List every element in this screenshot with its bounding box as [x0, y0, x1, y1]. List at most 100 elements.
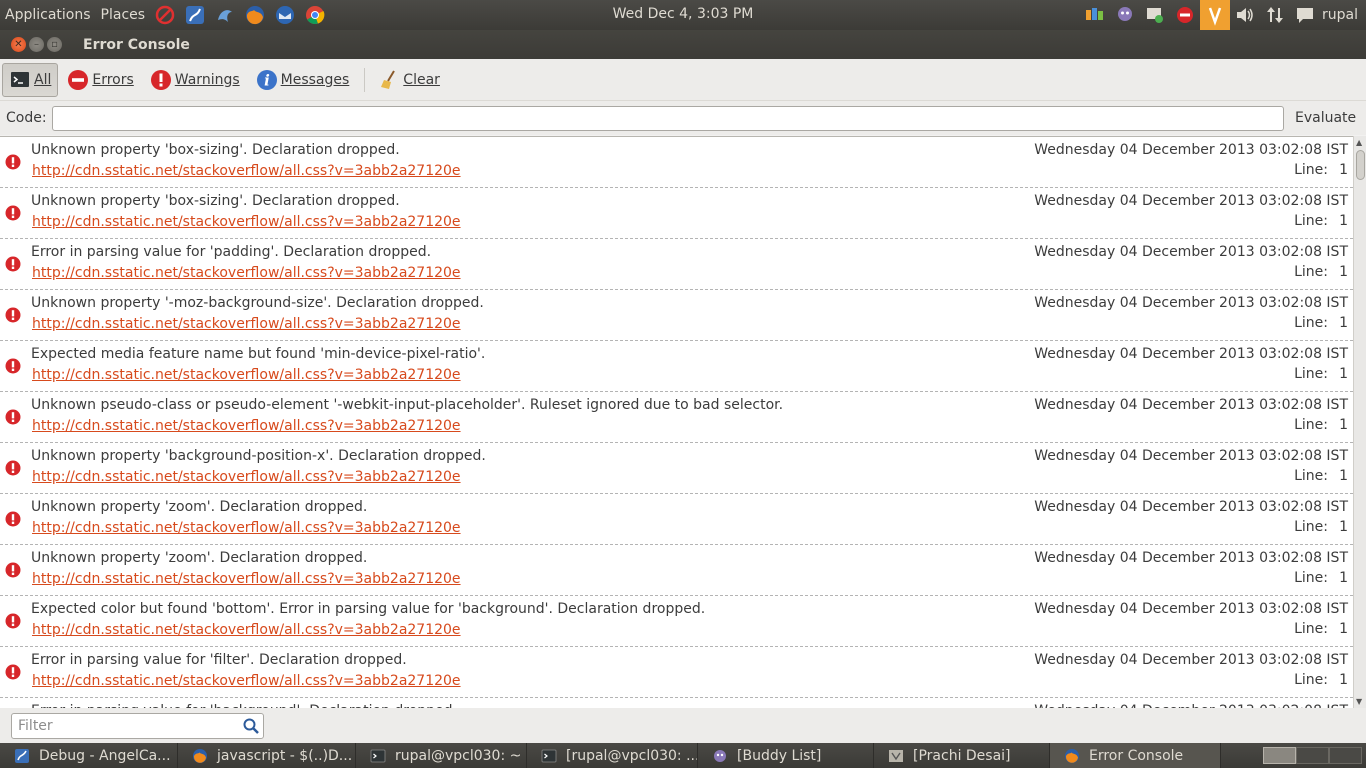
terminal-icon — [541, 748, 557, 764]
message-row[interactable]: Unknown property '-moz-background-size'.… — [0, 290, 1353, 341]
message-text: Error in parsing value for 'filter'. Dec… — [31, 652, 407, 668]
warnings-label: Warnings — [174, 71, 240, 88]
message-row[interactable]: Error in parsing value for 'background'.… — [0, 698, 1353, 708]
clock-text[interactable]: Wed Dec 4, 3:03 PM — [613, 6, 754, 22]
warning-icon — [5, 409, 21, 425]
messages-label: Messages — [280, 71, 350, 88]
clear-button[interactable]: Clear — [371, 63, 447, 97]
line-label: Line: — [1294, 519, 1328, 535]
message-source-link[interactable]: http://cdn.sstatic.net/stackoverflow/all… — [32, 571, 461, 587]
taskbar-item-label: javascript - $(..)D... — [217, 747, 353, 764]
filter-bar — [0, 708, 1366, 743]
warning-icon — [5, 154, 21, 170]
message-source-link[interactable]: http://cdn.sstatic.net/stackoverflow/all… — [32, 316, 461, 332]
evaluate-button[interactable]: Evaluate — [1295, 110, 1356, 126]
taskbar-item[interactable]: Error Console — [1050, 743, 1221, 768]
svg-text:i: i — [264, 71, 270, 89]
message-source-link[interactable]: http://cdn.sstatic.net/stackoverflow/all… — [32, 367, 461, 383]
message-text: Unknown property 'zoom'. Declaration dro… — [31, 550, 368, 566]
message-row[interactable]: Unknown property 'box-sizing'. Declarati… — [0, 137, 1353, 188]
code-input[interactable] — [52, 105, 1284, 131]
vlc-icon[interactable] — [1200, 0, 1231, 30]
filter-input[interactable] — [18, 715, 242, 737]
block-icon[interactable] — [152, 2, 178, 28]
scroll-down-arrow-icon[interactable]: ▼ — [1356, 697, 1362, 706]
line-label: Line: — [1294, 468, 1328, 484]
filter-box[interactable] — [11, 713, 264, 739]
thunderbird-icon[interactable] — [272, 2, 298, 28]
message-timestamp: Wednesday 04 December 2013 03:02:08 IST — [1034, 244, 1348, 260]
all-button[interactable]: All — [2, 62, 59, 97]
chrome-icon[interactable] — [302, 2, 328, 28]
workspace-switcher[interactable] — [1263, 743, 1366, 768]
message-row[interactable]: Unknown property 'box-sizing'. Declarati… — [0, 188, 1353, 239]
pidgin-icon[interactable] — [1110, 0, 1140, 30]
network-icon[interactable] — [1260, 0, 1290, 30]
monitor-icon[interactable] — [1140, 0, 1170, 30]
message-timestamp: Wednesday 04 December 2013 03:02:08 IST — [1034, 550, 1348, 566]
warning-icon — [5, 358, 21, 374]
message-timestamp: Wednesday 04 December 2013 03:02:08 IST — [1034, 397, 1348, 413]
taskbar-item[interactable]: [Prachi Desai] — [874, 743, 1050, 768]
broom-icon — [378, 69, 400, 91]
taskbar-item[interactable]: [rupal@vpcl030: ... — [527, 743, 698, 768]
taskbar-item[interactable]: [Buddy List] — [698, 743, 874, 768]
message-text: Unknown pseudo-class or pseudo-element '… — [31, 397, 784, 413]
taskbar-item[interactable]: Debug - AngelCa... — [0, 743, 178, 768]
volume-icon[interactable] — [1230, 0, 1260, 30]
message-row[interactable]: Unknown property 'background-position-x'… — [0, 443, 1353, 494]
taskbar-item[interactable]: rupal@vpcl030: ~ — [356, 743, 527, 768]
workspace-3[interactable] — [1329, 747, 1362, 764]
line-label: Line: — [1294, 672, 1328, 688]
scroll-thumb[interactable] — [1356, 150, 1365, 180]
dolphin-icon[interactable] — [212, 2, 238, 28]
message-list[interactable]: Unknown property 'box-sizing'. Declarati… — [0, 136, 1353, 708]
user-menu[interactable]: rupal — [1320, 7, 1366, 23]
errors-button[interactable]: Errors — [60, 63, 140, 97]
workspace-1[interactable] — [1263, 747, 1296, 764]
apps-indicator-icon[interactable] — [1080, 0, 1110, 30]
message-list-scrollbar[interactable]: ▲ ▼ — [1353, 136, 1366, 708]
messaging-icon[interactable] — [1290, 0, 1320, 30]
stop-icon[interactable] — [1170, 0, 1200, 30]
message-source-link[interactable]: http://cdn.sstatic.net/stackoverflow/all… — [32, 163, 461, 179]
message-line: Line: 1 — [1294, 570, 1348, 586]
close-window-button[interactable]: ✕ — [11, 37, 26, 52]
warning-icon — [5, 460, 21, 476]
message-timestamp: Wednesday 04 December 2013 03:02:08 IST — [1034, 448, 1348, 464]
message-row[interactable]: Unknown property 'zoom'. Declaration dro… — [0, 494, 1353, 545]
line-number: 1 — [1339, 366, 1348, 382]
message-source-link[interactable]: http://cdn.sstatic.net/stackoverflow/all… — [32, 265, 461, 281]
message-row[interactable]: Unknown pseudo-class or pseudo-element '… — [0, 392, 1353, 443]
taskbar-item[interactable]: javascript - $(..)D... — [178, 743, 356, 768]
message-timestamp: Wednesday 04 December 2013 03:02:08 IST — [1034, 601, 1348, 617]
applications-menu[interactable]: Applications — [0, 7, 96, 23]
scroll-up-arrow-icon[interactable]: ▲ — [1356, 138, 1362, 147]
message-line: Line: 1 — [1294, 672, 1348, 688]
messages-button[interactable]: i Messages — [249, 63, 357, 97]
warning-icon — [5, 664, 21, 680]
message-source-link[interactable]: http://cdn.sstatic.net/stackoverflow/all… — [32, 214, 461, 230]
message-row[interactable]: Expected media feature name but found 'm… — [0, 341, 1353, 392]
message-source-link[interactable]: http://cdn.sstatic.net/stackoverflow/all… — [32, 469, 461, 485]
message-source-link[interactable]: http://cdn.sstatic.net/stackoverflow/all… — [32, 622, 461, 638]
search-icon[interactable] — [242, 717, 260, 735]
message-row[interactable]: Error in parsing value for 'padding'. De… — [0, 239, 1353, 290]
pen-icon[interactable] — [182, 2, 208, 28]
warning-icon — [5, 307, 21, 323]
line-number: 1 — [1339, 162, 1348, 178]
message-row[interactable]: Expected color but found 'bottom'. Error… — [0, 596, 1353, 647]
top-panel: Applications Places Wed Dec 4, 3:03 PM r… — [0, 0, 1366, 30]
warnings-button[interactable]: Warnings — [143, 63, 247, 97]
workspace-2[interactable] — [1296, 747, 1329, 764]
message-source-link[interactable]: http://cdn.sstatic.net/stackoverflow/all… — [32, 520, 461, 536]
maximize-window-button[interactable]: ▫ — [47, 37, 62, 52]
message-row[interactable]: Unknown property 'zoom'. Declaration dro… — [0, 545, 1353, 596]
message-source-link[interactable]: http://cdn.sstatic.net/stackoverflow/all… — [32, 673, 461, 689]
firefox-icon[interactable] — [242, 2, 268, 28]
message-source-link[interactable]: http://cdn.sstatic.net/stackoverflow/all… — [32, 418, 461, 434]
message-text: Unknown property 'box-sizing'. Declarati… — [31, 193, 400, 209]
places-menu[interactable]: Places — [96, 7, 151, 23]
message-row[interactable]: Error in parsing value for 'filter'. Dec… — [0, 647, 1353, 698]
minimize-window-button[interactable]: – — [29, 37, 44, 52]
